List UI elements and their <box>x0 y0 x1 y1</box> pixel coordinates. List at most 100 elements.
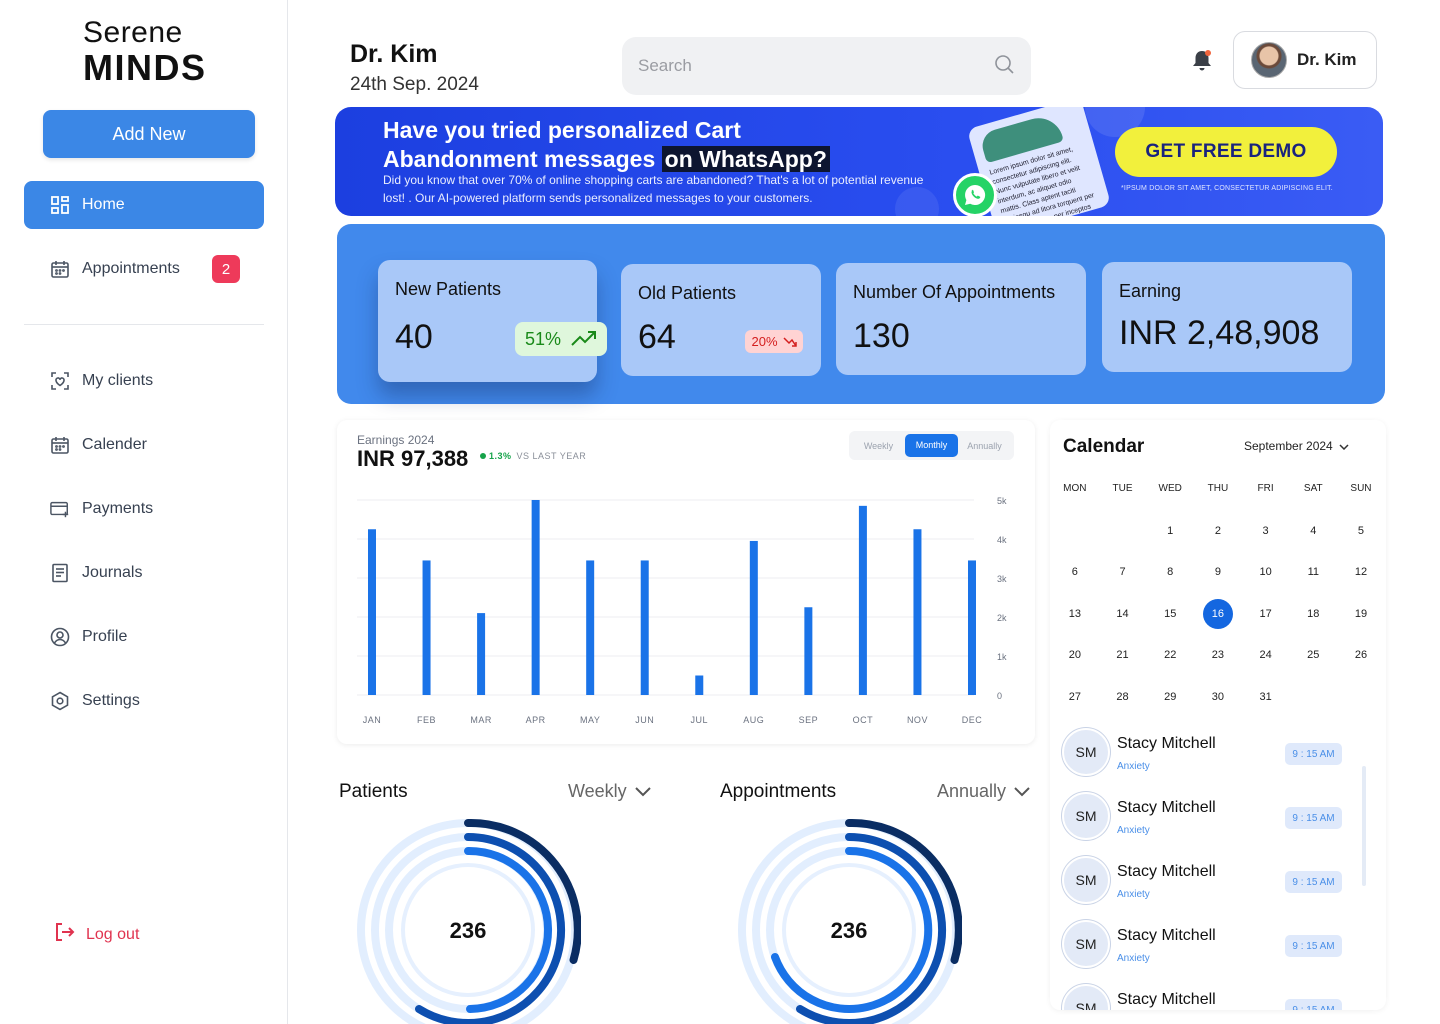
bar[interactable] <box>368 529 376 695</box>
sidebar-item-profile[interactable]: Profile <box>24 613 264 661</box>
x-tick-label: JAN <box>363 715 382 725</box>
brand-logo[interactable]: Serene MINDS <box>83 18 207 86</box>
calendar-day[interactable]: 2 <box>1194 525 1242 537</box>
bar[interactable] <box>477 613 486 695</box>
calendar-day[interactable]: 13 <box>1051 608 1099 620</box>
brand-line1: Serene <box>83 16 183 49</box>
weekday-label: WED <box>1158 482 1182 494</box>
notification-bell-icon[interactable] <box>1190 48 1214 79</box>
calendar-day[interactable]: 31 <box>1242 691 1290 703</box>
search-bar[interactable] <box>622 37 1031 95</box>
calendar-day[interactable]: 22 <box>1146 649 1194 661</box>
bar[interactable] <box>968 560 976 695</box>
calendar-day[interactable]: 7 <box>1099 566 1147 578</box>
sidebar-item-journals[interactable]: Journals <box>24 549 264 597</box>
appointment-item[interactable]: SMStacy MitchellAnxiety9 : 15 AM <box>1062 728 1347 784</box>
weekday-label: SAT <box>1303 482 1323 494</box>
journal-icon <box>50 563 70 583</box>
search-input[interactable] <box>638 56 993 76</box>
avatar: SM <box>1062 984 1110 1010</box>
calendar-day[interactable]: 1 <box>1146 525 1194 537</box>
client-tag: Anxiety <box>1117 953 1150 964</box>
sidebar: Serene MINDS Add New Home Appointments 2… <box>0 0 288 1024</box>
stat-card-appointments[interactable]: Number Of Appointments 130 <box>836 263 1086 375</box>
sidebar-item-appointments[interactable]: Appointments 2 <box>24 245 264 293</box>
calendar-week: 12345 <box>1051 510 1385 552</box>
bar[interactable] <box>749 540 758 695</box>
y-tick-label: 3k <box>997 574 1007 584</box>
bar[interactable] <box>913 529 922 695</box>
calendar-day[interactable]: 4 <box>1289 525 1337 537</box>
chevron-down-icon <box>1339 439 1349 453</box>
calendar-day[interactable]: 30 <box>1194 691 1242 703</box>
promo-banner[interactable]: Have you tried personalized Cart Abandon… <box>335 107 1383 216</box>
trend-down-badge: 20% <box>745 330 803 353</box>
schedule-scrollbar[interactable] <box>1362 766 1366 886</box>
calendar-day[interactable]: 15 <box>1146 608 1194 620</box>
calendar-day[interactable]: 5 <box>1337 525 1385 537</box>
sidebar-item-home[interactable]: Home <box>24 181 264 229</box>
search-icon[interactable] <box>993 53 1015 80</box>
calendar-day[interactable]: 23 <box>1194 649 1242 661</box>
logout-label: Log out <box>86 925 140 943</box>
month-selector[interactable]: September 2024 <box>1244 439 1349 453</box>
weekday-header: MON TUE WED THU FRI SAT SUN <box>1051 480 1385 496</box>
calendar-day[interactable]: 21 <box>1099 649 1147 661</box>
appointment-item[interactable]: SMStacy MitchellAnxiety9 : 15 AM <box>1062 856 1347 912</box>
calendar-day[interactable]: 9 <box>1194 566 1242 578</box>
sidebar-item-settings[interactable]: Settings <box>24 677 264 725</box>
sidebar-item-my-clients[interactable]: My clients <box>24 357 264 405</box>
logout-button[interactable]: Log out <box>52 920 139 949</box>
calendar-day[interactable]: 14 <box>1099 608 1147 620</box>
x-tick-label: OCT <box>853 715 874 725</box>
calendar-day[interactable]: 24 <box>1242 649 1290 661</box>
avatar: SM <box>1062 792 1110 840</box>
calendar-day[interactable]: 19 <box>1337 608 1385 620</box>
calendar-day[interactable]: 12 <box>1337 566 1385 578</box>
bar[interactable] <box>695 675 704 696</box>
calendar-day[interactable]: 28 <box>1099 691 1147 703</box>
appointments-period-dropdown[interactable]: Annually <box>937 781 1030 802</box>
bar[interactable] <box>422 560 431 695</box>
calendar-day[interactable]: 8 <box>1146 566 1194 578</box>
calendar-week: 6 7 8 9 10 11 12 <box>1051 552 1385 594</box>
sidebar-item-payments[interactable]: Payments <box>24 485 264 533</box>
calendar-day-today[interactable]: 16 <box>1194 598 1242 629</box>
sidebar-item-calender[interactable]: Calender <box>24 421 264 469</box>
stat-card-earning[interactable]: Earning INR 2,48,908 <box>1102 262 1352 372</box>
calendar-day[interactable]: 27 <box>1051 691 1099 703</box>
trend-up-icon <box>571 331 597 346</box>
calendar-day[interactable]: 26 <box>1337 649 1385 661</box>
profile-menu[interactable]: Dr. Kim <box>1233 31 1377 89</box>
calendar-day[interactable]: 29 <box>1146 691 1194 703</box>
get-free-demo-button[interactable]: GET FREE DEMO <box>1115 127 1337 177</box>
bar[interactable] <box>804 607 813 695</box>
appointments-count-badge: 2 <box>212 255 240 283</box>
sidebar-item-label: Appointments <box>82 260 180 277</box>
bar[interactable] <box>531 500 540 695</box>
banner-fine-print: *IPSUM DOLOR SIT AMET, CONSECTETUR ADIPI… <box>1121 185 1333 192</box>
patients-period-dropdown[interactable]: Weekly <box>568 781 651 802</box>
bar[interactable] <box>858 505 867 695</box>
calendar-day[interactable]: 11 <box>1289 566 1337 578</box>
weekday-label: MON <box>1063 482 1087 494</box>
stat-label: Old Patients <box>638 283 737 303</box>
calendar-day[interactable]: 25 <box>1289 649 1337 661</box>
appointment-item[interactable]: SMStacy MitchellAnxiety9 : 15 AM <box>1062 792 1347 848</box>
appointment-item[interactable]: SMStacy MitchellAnxiety9 : 15 AM <box>1062 920 1347 976</box>
client-tag: Anxiety <box>1117 761 1150 772</box>
calendar-day[interactable]: 6 <box>1051 566 1099 578</box>
appointments-title: Appointments <box>720 781 837 802</box>
sidebar-item-label: My clients <box>82 372 154 389</box>
bar[interactable] <box>640 560 649 695</box>
calendar-day[interactable]: 20 <box>1051 649 1099 661</box>
calendar-day[interactable]: 3 <box>1242 525 1290 537</box>
appointment-item[interactable]: SMStacy MitchellAnxiety9 : 15 AM <box>1062 984 1347 1010</box>
add-new-button[interactable]: Add New <box>43 110 255 158</box>
stat-card-new-patients[interactable]: New Patients 40 51% <box>378 260 607 382</box>
calendar-day[interactable]: 17 <box>1242 608 1290 620</box>
bar[interactable] <box>586 560 595 695</box>
calendar-day[interactable]: 18 <box>1289 608 1337 620</box>
calendar-day[interactable]: 10 <box>1242 566 1290 578</box>
stat-card-old-patients[interactable]: Old Patients 64 20% <box>621 264 821 376</box>
